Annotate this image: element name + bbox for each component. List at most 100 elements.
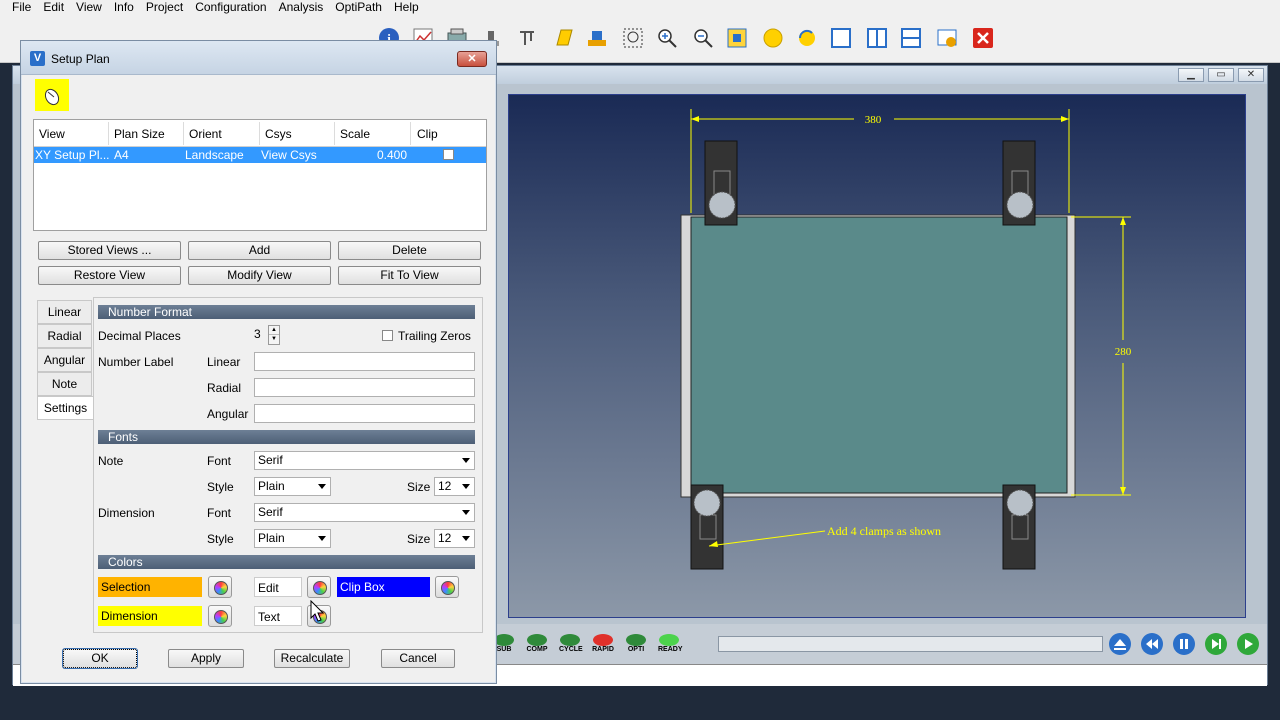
fixture-icon[interactable] (584, 25, 610, 51)
rewind-icon[interactable] (1140, 632, 1164, 659)
tab-angular[interactable]: Angular (37, 348, 92, 372)
decimal-places-value[interactable]: 3 (254, 326, 268, 345)
setup-drawing: 380 280 Add 4 clamps as shown (680, 109, 1132, 570)
menu-edit[interactable]: Edit (35, 0, 68, 15)
dimension-280: 280 (1115, 346, 1132, 358)
decimal-places-stepper[interactable]: ▲ ▼ (268, 325, 280, 345)
app-logo-icon: V (30, 51, 45, 66)
dimension-color-picker-icon[interactable] (208, 605, 232, 627)
menu-info[interactable]: Info (106, 0, 138, 15)
status-light-ready: READY (658, 634, 683, 653)
dialog-close-button[interactable]: ✕ (457, 51, 487, 67)
close-icon[interactable] (970, 25, 996, 51)
table-header: View Plan Size Orient Csys Scale Clip (34, 120, 486, 147)
fit-icon[interactable] (724, 25, 750, 51)
progress-slider[interactable] (718, 636, 1103, 652)
eject-icon[interactable] (1108, 632, 1132, 659)
dimension-style-label: Style (207, 532, 234, 546)
note-icon[interactable] (550, 25, 576, 51)
selection-color-swatch: Selection (98, 577, 202, 597)
col-scale[interactable]: Scale (340, 127, 370, 141)
note-font-select[interactable]: Serif (254, 451, 475, 470)
sphere-icon[interactable] (760, 25, 786, 51)
split-horizontal-icon[interactable] (898, 25, 924, 51)
menu-analysis[interactable]: Analysis (271, 0, 328, 15)
tab-radial[interactable]: Radial (37, 324, 92, 348)
close-window-button[interactable]: ✕ (1238, 68, 1264, 82)
clamp (690, 484, 724, 570)
trailing-zeros-label: Trailing Zeros (398, 329, 471, 343)
restore-view-button[interactable]: Restore View (38, 266, 181, 285)
cancel-button[interactable]: Cancel (381, 649, 455, 668)
dimension-font-label: Font (207, 506, 232, 520)
linear-input[interactable] (254, 352, 475, 371)
maximize-button[interactable]: ▭ (1208, 68, 1234, 82)
minimize-button[interactable]: ▁ (1178, 68, 1204, 82)
menu-help[interactable]: Help (386, 0, 423, 15)
recalculate-button[interactable]: Recalculate (274, 649, 350, 668)
angular-input[interactable] (254, 404, 475, 423)
col-orient[interactable]: Orient (189, 127, 222, 141)
zoom-in-icon[interactable] (654, 25, 680, 51)
status-light-rapid: RAPID (592, 634, 614, 653)
modify-view-button[interactable]: Modify View (188, 266, 331, 285)
step-forward-icon[interactable] (1204, 632, 1228, 659)
selection-color-picker-icon[interactable] (208, 576, 232, 598)
clip-checkbox[interactable] (443, 149, 454, 160)
apply-button[interactable]: Apply (168, 649, 244, 668)
ok-button[interactable]: OK (63, 649, 137, 668)
fit-to-view-button[interactable]: Fit To View (338, 266, 481, 285)
col-csys[interactable]: Csys (265, 127, 292, 141)
clip-box-color-picker-icon[interactable] (435, 576, 459, 598)
menu-view[interactable]: View (68, 0, 106, 15)
menu-optipath[interactable]: OptiPath (327, 0, 386, 15)
delete-button[interactable]: Delete (338, 241, 481, 260)
note-size-label: Size (407, 480, 431, 494)
note-size-select[interactable]: 12 (434, 477, 475, 496)
clamp (1002, 484, 1036, 570)
mouse-cursor-icon (310, 599, 325, 625)
edit-color-swatch: Edit (254, 577, 302, 597)
trailing-zeros-checkbox[interactable] (382, 330, 393, 341)
edit-color-picker-icon[interactable] (307, 576, 331, 598)
col-view[interactable]: View (39, 127, 65, 141)
pause-icon[interactable] (1172, 632, 1196, 659)
mouse-icon[interactable] (35, 79, 69, 111)
menu-configuration[interactable]: Configuration (187, 0, 270, 15)
note-style-select[interactable]: Plain (254, 477, 331, 496)
col-plan-size[interactable]: Plan Size (114, 127, 165, 141)
viewport-3d[interactable]: 380 280 Add 4 clamps as shown (508, 94, 1246, 618)
col-clip[interactable]: Clip (417, 127, 438, 141)
note-font-label: Font (207, 454, 232, 468)
dimension-style-select[interactable]: Plain (254, 529, 331, 548)
radial-input[interactable] (254, 378, 475, 397)
menu-bar: File Edit View Info Project Configuratio… (0, 0, 1280, 15)
menu-file[interactable]: File (4, 0, 35, 15)
dimension-color-swatch: Dimension (98, 606, 202, 626)
play-icon[interactable] (1236, 632, 1260, 659)
text-color-swatch: Text (254, 606, 302, 626)
tab-settings[interactable]: Settings (37, 396, 93, 420)
status-light-opti: OPTI (625, 634, 647, 653)
stored-views-button[interactable]: Stored Views ... (38, 241, 181, 260)
settings-icon[interactable] (934, 25, 960, 51)
measure-icon[interactable] (514, 25, 540, 51)
zoom-box-icon[interactable] (620, 25, 646, 51)
dimension-size-label: Size (407, 532, 431, 546)
table-row[interactable]: XY Setup Pl... A4 Landscape View Csys 0.… (34, 147, 486, 163)
tab-linear[interactable]: Linear (37, 300, 92, 324)
single-view-icon[interactable] (828, 25, 854, 51)
decimal-places-label: Decimal Places (98, 329, 181, 343)
menu-project[interactable]: Project (138, 0, 187, 15)
note-label: Note (98, 454, 124, 468)
add-button[interactable]: Add (188, 241, 331, 260)
split-vertical-icon[interactable] (864, 25, 890, 51)
dialog-title: Setup Plan (51, 52, 110, 66)
rotate-icon[interactable] (794, 25, 820, 51)
cell-view: XY Setup Pl... (35, 148, 110, 162)
zoom-out-icon[interactable] (690, 25, 716, 51)
tab-note[interactable]: Note (37, 372, 92, 396)
status-light-comp: COMP (526, 634, 548, 653)
dimension-font-select[interactable]: Serif (254, 503, 475, 522)
dimension-size-select[interactable]: 12 (434, 529, 475, 548)
